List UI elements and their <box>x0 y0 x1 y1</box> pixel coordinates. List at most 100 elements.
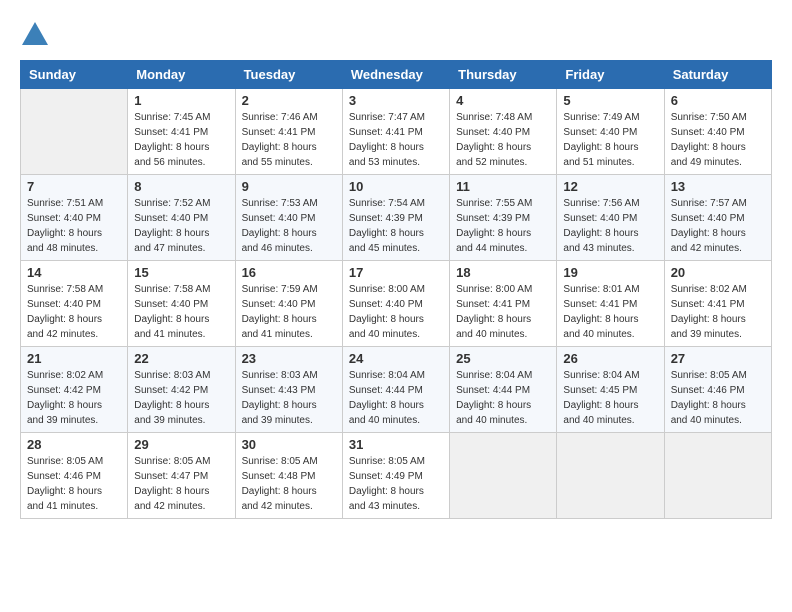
day-info: Sunrise: 7:57 AM Sunset: 4:40 PM Dayligh… <box>671 196 765 256</box>
calendar-cell: 7 Sunrise: 7:51 AM Sunset: 4:40 PM Daylig… <box>21 175 128 261</box>
calendar-cell: 10 Sunrise: 7:54 AM Sunset: 4:39 PM Dayli… <box>342 175 449 261</box>
day-info: Sunrise: 8:02 AM Sunset: 4:41 PM Dayligh… <box>671 282 765 342</box>
calendar-cell: 17Sunrise: 8:00 AM Sunset: 4:40 PM Dayli… <box>342 261 449 347</box>
calendar-week-row: 14 Sunrise: 7:58 AM Sunset: 4:40 PM Dayli… <box>21 261 772 347</box>
calendar-week-row: 7 Sunrise: 7:51 AM Sunset: 4:40 PM Daylig… <box>21 175 772 261</box>
page-header <box>20 20 772 50</box>
day-number: 10 <box>349 179 443 194</box>
day-info: Sunrise: 7:45 AM Sunset: 4:41 PM Dayligh… <box>134 110 228 170</box>
header-wednesday: Wednesday <box>342 61 449 89</box>
day-info: Sunrise: 8:05 AM Sunset: 4:48 PM Dayligh… <box>242 454 336 514</box>
day-info: Sunrise: 7:46 AM Sunset: 4:41 PM Dayligh… <box>242 110 336 170</box>
day-info: Sunrise: 7:58 AM Sunset: 4:40 PM Dayligh… <box>134 282 228 342</box>
calendar-cell <box>21 89 128 175</box>
day-info: Sunrise: 7:50 AM Sunset: 4:40 PM Dayligh… <box>671 110 765 170</box>
calendar-cell: 18 Sunrise: 8:00 AM Sunset: 4:41 PM Dayli… <box>450 261 557 347</box>
day-number: 25 <box>456 351 550 366</box>
day-info: Sunrise: 8:05 AM Sunset: 4:47 PM Dayligh… <box>134 454 228 514</box>
day-info: Sunrise: 7:58 AM Sunset: 4:40 PM Dayligh… <box>27 282 121 342</box>
calendar-cell: 8Sunrise: 7:52 AM Sunset: 4:40 PM Daylig… <box>128 175 235 261</box>
day-number: 3 <box>349 93 443 108</box>
logo-icon <box>20 20 50 50</box>
header-monday: Monday <box>128 61 235 89</box>
day-number: 13 <box>671 179 765 194</box>
calendar-cell: 20 Sunrise: 8:02 AM Sunset: 4:41 PM Dayli… <box>664 261 771 347</box>
day-info: Sunrise: 8:03 AM Sunset: 4:43 PM Dayligh… <box>242 368 336 428</box>
day-info: Sunrise: 8:02 AM Sunset: 4:42 PM Dayligh… <box>27 368 121 428</box>
day-number: 30 <box>242 437 336 452</box>
calendar-cell: 31 Sunrise: 8:05 AM Sunset: 4:49 PM Dayli… <box>342 433 449 519</box>
calendar-cell: 13 Sunrise: 7:57 AM Sunset: 4:40 PM Dayli… <box>664 175 771 261</box>
day-info: Sunrise: 8:05 AM Sunset: 4:46 PM Dayligh… <box>27 454 121 514</box>
day-number: 16 <box>242 265 336 280</box>
day-info: Sunrise: 7:52 AM Sunset: 4:40 PM Dayligh… <box>134 196 228 256</box>
calendar-cell: 26 Sunrise: 8:04 AM Sunset: 4:45 PM Dayli… <box>557 347 664 433</box>
day-number: 24 <box>349 351 443 366</box>
calendar-cell: 6 Sunrise: 7:50 AM Sunset: 4:40 PM Daylig… <box>664 89 771 175</box>
day-number: 2 <box>242 93 336 108</box>
day-number: 27 <box>671 351 765 366</box>
day-info: Sunrise: 8:04 AM Sunset: 4:45 PM Dayligh… <box>563 368 657 428</box>
calendar-cell: 1 Sunrise: 7:45 AM Sunset: 4:41 PM Daylig… <box>128 89 235 175</box>
calendar-cell: 15 Sunrise: 7:58 AM Sunset: 4:40 PM Dayli… <box>128 261 235 347</box>
day-number: 26 <box>563 351 657 366</box>
calendar-cell: 27 Sunrise: 8:05 AM Sunset: 4:46 PM Dayli… <box>664 347 771 433</box>
calendar-cell <box>450 433 557 519</box>
day-number: 9 <box>242 179 336 194</box>
day-info: Sunrise: 8:05 AM Sunset: 4:49 PM Dayligh… <box>349 454 443 514</box>
day-number: 20 <box>671 265 765 280</box>
day-number: 18 <box>456 265 550 280</box>
calendar-table: SundayMondayTuesdayWednesdayThursdayFrid… <box>20 60 772 519</box>
day-info: Sunrise: 7:54 AM Sunset: 4:39 PM Dayligh… <box>349 196 443 256</box>
calendar-cell: 3 Sunrise: 7:47 AM Sunset: 4:41 PM Daylig… <box>342 89 449 175</box>
day-number: 5 <box>563 93 657 108</box>
day-info: Sunrise: 8:01 AM Sunset: 4:41 PM Dayligh… <box>563 282 657 342</box>
day-info: Sunrise: 7:48 AM Sunset: 4:40 PM Dayligh… <box>456 110 550 170</box>
calendar-cell: 22 Sunrise: 8:03 AM Sunset: 4:42 PM Dayli… <box>128 347 235 433</box>
logo <box>20 20 54 50</box>
day-info: Sunrise: 7:56 AM Sunset: 4:40 PM Dayligh… <box>563 196 657 256</box>
calendar-week-row: 28 Sunrise: 8:05 AM Sunset: 4:46 PM Dayli… <box>21 433 772 519</box>
day-info: Sunrise: 7:49 AM Sunset: 4:40 PM Dayligh… <box>563 110 657 170</box>
day-info: Sunrise: 8:04 AM Sunset: 4:44 PM Dayligh… <box>349 368 443 428</box>
calendar-cell: 29 Sunrise: 8:05 AM Sunset: 4:47 PM Dayli… <box>128 433 235 519</box>
calendar-cell: 28 Sunrise: 8:05 AM Sunset: 4:46 PM Dayli… <box>21 433 128 519</box>
header-saturday: Saturday <box>664 61 771 89</box>
calendar-cell: 16Sunrise: 7:59 AM Sunset: 4:40 PM Dayli… <box>235 261 342 347</box>
calendar-header-row: SundayMondayTuesdayWednesdayThursdayFrid… <box>21 61 772 89</box>
calendar-cell: 14 Sunrise: 7:58 AM Sunset: 4:40 PM Dayli… <box>21 261 128 347</box>
day-number: 4 <box>456 93 550 108</box>
calendar-cell: 30 Sunrise: 8:05 AM Sunset: 4:48 PM Dayli… <box>235 433 342 519</box>
day-number: 23 <box>242 351 336 366</box>
day-info: Sunrise: 8:03 AM Sunset: 4:42 PM Dayligh… <box>134 368 228 428</box>
calendar-cell: 23 Sunrise: 8:03 AM Sunset: 4:43 PM Dayli… <box>235 347 342 433</box>
calendar-cell: 19 Sunrise: 8:01 AM Sunset: 4:41 PM Dayli… <box>557 261 664 347</box>
day-number: 12 <box>563 179 657 194</box>
day-number: 1 <box>134 93 228 108</box>
calendar-cell: 24 Sunrise: 8:04 AM Sunset: 4:44 PM Dayli… <box>342 347 449 433</box>
day-number: 19 <box>563 265 657 280</box>
day-number: 6 <box>671 93 765 108</box>
header-friday: Friday <box>557 61 664 89</box>
calendar-cell: 2 Sunrise: 7:46 AM Sunset: 4:41 PM Daylig… <box>235 89 342 175</box>
day-info: Sunrise: 7:47 AM Sunset: 4:41 PM Dayligh… <box>349 110 443 170</box>
day-info: Sunrise: 8:04 AM Sunset: 4:44 PM Dayligh… <box>456 368 550 428</box>
day-number: 28 <box>27 437 121 452</box>
day-info: Sunrise: 8:05 AM Sunset: 4:46 PM Dayligh… <box>671 368 765 428</box>
day-number: 22 <box>134 351 228 366</box>
day-number: 31 <box>349 437 443 452</box>
header-tuesday: Tuesday <box>235 61 342 89</box>
day-number: 11 <box>456 179 550 194</box>
header-sunday: Sunday <box>21 61 128 89</box>
day-number: 29 <box>134 437 228 452</box>
day-info: Sunrise: 8:00 AM Sunset: 4:41 PM Dayligh… <box>456 282 550 342</box>
header-thursday: Thursday <box>450 61 557 89</box>
day-number: 7 <box>27 179 121 194</box>
calendar-cell: 25 Sunrise: 8:04 AM Sunset: 4:44 PM Dayli… <box>450 347 557 433</box>
day-number: 17 <box>349 265 443 280</box>
day-number: 15 <box>134 265 228 280</box>
calendar-cell: 12 Sunrise: 7:56 AM Sunset: 4:40 PM Dayli… <box>557 175 664 261</box>
day-info: Sunrise: 7:51 AM Sunset: 4:40 PM Dayligh… <box>27 196 121 256</box>
calendar-week-row: 1 Sunrise: 7:45 AM Sunset: 4:41 PM Daylig… <box>21 89 772 175</box>
day-number: 14 <box>27 265 121 280</box>
